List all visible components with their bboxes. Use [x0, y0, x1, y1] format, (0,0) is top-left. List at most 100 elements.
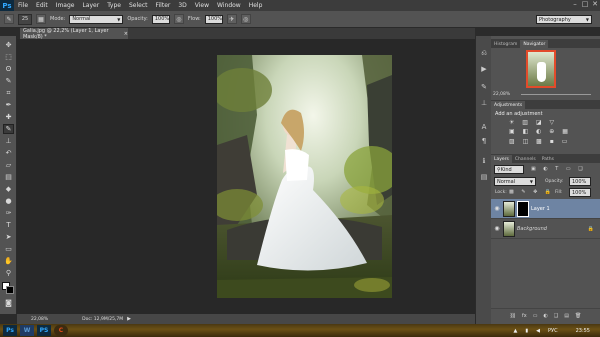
maximize-button[interactable]: □ — [580, 0, 590, 10]
gradient-tool-icon[interactable]: ▤ — [3, 172, 14, 182]
menu-file[interactable]: File — [14, 2, 32, 9]
actions-panel-icon[interactable]: ▶ — [479, 64, 489, 74]
navigator-zoom[interactable]: 22,08% — [493, 92, 510, 97]
shape-tool-icon[interactable]: ▭ — [3, 244, 14, 254]
history-panel-icon[interactable]: ⎌ — [479, 48, 489, 58]
status-arrow-icon[interactable]: ▶ — [127, 316, 131, 322]
layer-row-background[interactable]: ◉ Background 🔒 — [491, 219, 600, 239]
flow-field[interactable]: 100% — [204, 14, 223, 24]
background-color-swatch[interactable] — [6, 286, 14, 294]
menu-help[interactable]: Help — [245, 2, 267, 9]
airbrush-icon[interactable]: ✈ — [226, 14, 237, 24]
lock-icons[interactable]: ▩ ✎ ✥ 🔒 — [509, 189, 554, 195]
layer-mask-thumbnail[interactable] — [517, 200, 529, 217]
adjustment-layer-icon[interactable]: ◐ — [543, 313, 547, 319]
new-layer-icon[interactable]: ▤ — [564, 313, 569, 319]
hand-tool-icon[interactable]: ✋ — [3, 256, 14, 266]
mode-dropdown[interactable]: Normal ▼ — [69, 14, 124, 24]
visibility-eye-icon[interactable]: ◉ — [491, 225, 503, 232]
crop-tool-icon[interactable]: ⌗ — [3, 88, 14, 98]
pen-tool-icon[interactable]: ✑ — [3, 208, 14, 218]
layer-name[interactable]: Background — [517, 226, 547, 232]
menu-view[interactable]: View — [191, 2, 213, 9]
document-tab[interactable]: Galia.jpg @ 22,2% (Layer 1, Layer Mask/8… — [20, 28, 128, 40]
volume-icon[interactable]: ◀ — [536, 328, 540, 334]
layer-opacity-field[interactable]: 100% — [569, 177, 591, 186]
info-panel-icon[interactable]: ℹ — [479, 156, 489, 166]
taskbar-photoshop-2[interactable]: PS — [37, 325, 51, 336]
fill-field[interactable]: 100% — [569, 188, 591, 197]
adjustment-icons-row-1[interactable]: ☀ ▥ ◪ ▽ — [509, 119, 557, 126]
layer-style-icon[interactable]: fx — [522, 313, 527, 319]
lasso-tool-icon[interactable]: ʘ — [3, 64, 14, 74]
layer-name[interactable]: Layer 1 — [531, 206, 550, 212]
menu-filter[interactable]: Filter — [152, 2, 175, 9]
marquee-tool-icon[interactable]: ⬚ — [3, 52, 14, 62]
quick-mask-icon[interactable]: ◙ — [3, 298, 14, 308]
navigator-thumbnail[interactable] — [526, 50, 556, 88]
brush-tool-icon[interactable]: ✎ — [4, 14, 14, 24]
type-tool-icon[interactable]: T — [3, 220, 14, 230]
delete-layer-icon[interactable]: 🗑 — [575, 313, 581, 319]
blend-mode-dropdown[interactable]: Normal ▼ — [494, 177, 536, 186]
taskbar-photoshop[interactable]: Ps — [3, 325, 17, 336]
new-group-icon[interactable]: ❑ — [554, 313, 558, 319]
menu-image[interactable]: Image — [52, 2, 79, 9]
network-icon[interactable]: ▮ — [525, 328, 528, 334]
character-panel-icon[interactable]: A — [479, 122, 489, 132]
brush-panel-icon[interactable]: ✎ — [479, 82, 489, 92]
workspace-dropdown[interactable]: Photography ▼ — [536, 15, 592, 24]
adjustment-icons-row-2[interactable]: ▣ ◧ ◐ ⊕ ▦ — [509, 128, 571, 135]
tab-adjustments[interactable]: Adjustments — [491, 101, 526, 109]
menu-window[interactable]: Window — [213, 2, 245, 9]
healing-tool-icon[interactable]: ✚ — [3, 112, 14, 122]
tray-arrow-icon[interactable]: ▲ — [514, 328, 518, 334]
eraser-tool-icon[interactable]: ▱ — [3, 160, 14, 170]
tab-layers[interactable]: Layers — [491, 155, 512, 163]
stamp-tool-icon[interactable]: ⊥ — [3, 136, 14, 146]
close-window-button[interactable]: ✕ — [590, 0, 600, 10]
add-mask-icon[interactable]: ▭ — [533, 313, 538, 319]
zoom-tool-icon[interactable]: ⚲ — [3, 268, 14, 278]
pressure-size-icon[interactable]: ◎ — [240, 14, 251, 24]
dodge-tool-icon[interactable]: ● — [3, 196, 14, 206]
move-tool-icon[interactable]: ✥ — [3, 40, 14, 50]
layer-row-layer-1[interactable]: ◉ Layer 1 — [491, 199, 600, 219]
keyboard-language[interactable]: РУС — [548, 328, 558, 334]
path-select-tool-icon[interactable]: ➤ — [3, 232, 14, 242]
clone-source-icon[interactable]: ⊥ — [479, 98, 489, 108]
taskbar-chrome[interactable]: C — [54, 325, 68, 336]
link-layers-icon[interactable]: ⛓ — [510, 313, 516, 319]
navigator-zoom-slider[interactable] — [521, 94, 591, 95]
menu-edit[interactable]: Edit — [32, 2, 52, 9]
layer-filter-icons[interactable]: ▣ ◐ T ▭ ❑ — [531, 166, 586, 172]
tab-navigator[interactable]: Navigator — [520, 40, 549, 48]
zoom-readout[interactable]: 22,08% — [31, 317, 48, 322]
document-canvas[interactable] — [217, 55, 392, 298]
menu-type[interactable]: Type — [103, 2, 125, 9]
menu-layer[interactable]: Layer — [78, 2, 103, 9]
menu-3d[interactable]: 3D — [174, 2, 190, 9]
tab-channels[interactable]: Channels — [512, 155, 539, 163]
eyedropper-tool-icon[interactable]: ✒ — [3, 100, 14, 110]
properties-panel-icon[interactable]: ▤ — [479, 172, 489, 182]
taskbar-word[interactable]: W — [20, 325, 34, 336]
tab-histogram[interactable]: Histogram — [491, 40, 520, 48]
menu-select[interactable]: Select — [125, 2, 152, 9]
close-tab-icon[interactable]: × — [124, 31, 128, 37]
brush-panel-toggle-icon[interactable]: ▦ — [36, 14, 46, 24]
opacity-field[interactable]: 100% — [151, 14, 170, 24]
visibility-eye-icon[interactable]: ◉ — [491, 205, 503, 212]
quick-select-tool-icon[interactable]: ✎ — [3, 76, 14, 86]
tab-paths[interactable]: Paths — [539, 155, 557, 163]
adjustment-icons-row-3[interactable]: ▨ ◫ ▩ ▪ ▭ — [509, 138, 570, 145]
paragraph-panel-icon[interactable]: ¶ — [479, 136, 489, 146]
layer-filter-dropdown[interactable]: ⚲ Kind — [494, 165, 524, 174]
brush-tool-icon[interactable]: ✎ — [3, 124, 14, 134]
pressure-opacity-icon[interactable]: ◎ — [173, 14, 184, 24]
minimize-button[interactable]: – — [570, 0, 580, 10]
clock[interactable]: 23:55 — [576, 328, 590, 334]
history-brush-icon[interactable]: ↶ — [3, 148, 14, 158]
brush-size-picker[interactable]: 25 — [18, 13, 32, 25]
blur-tool-icon[interactable]: ◆ — [3, 184, 14, 194]
